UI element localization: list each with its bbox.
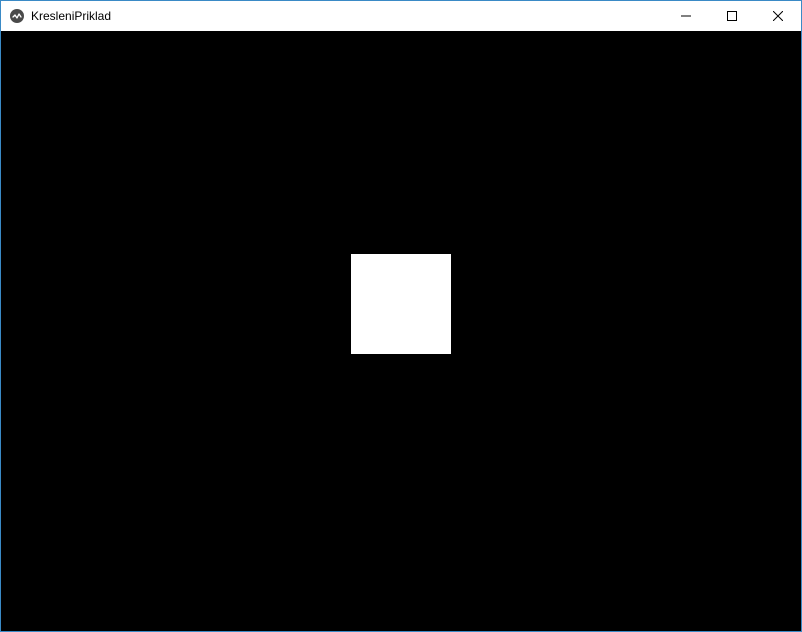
close-icon (773, 9, 783, 24)
minimize-icon (681, 9, 691, 24)
white-square (351, 254, 451, 354)
close-button[interactable] (755, 1, 801, 31)
maximize-icon (727, 9, 737, 24)
window-controls (663, 1, 801, 31)
app-window: KresleniPriklad (0, 0, 802, 632)
titlebar[interactable]: KresleniPriklad (1, 1, 801, 31)
drawing-canvas[interactable] (1, 31, 801, 631)
minimize-button[interactable] (663, 1, 709, 31)
window-title: KresleniPriklad (31, 9, 663, 23)
app-icon (9, 8, 25, 24)
maximize-button[interactable] (709, 1, 755, 31)
